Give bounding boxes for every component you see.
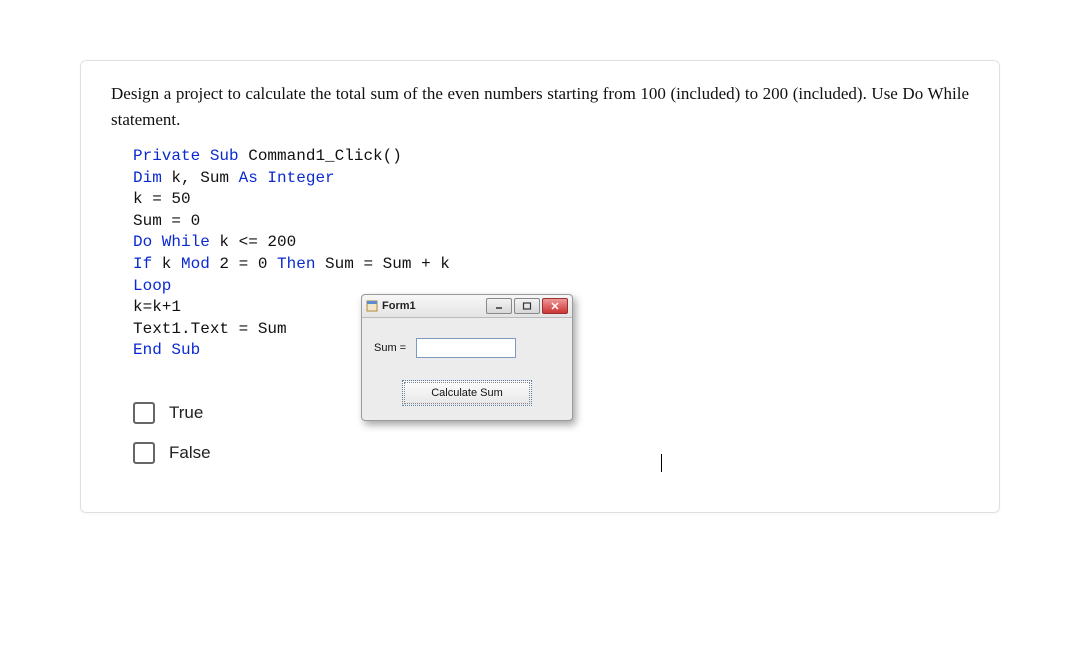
checkbox-false[interactable] bbox=[133, 442, 155, 464]
answer-false-label: False bbox=[169, 443, 211, 463]
maximize-button[interactable] bbox=[514, 298, 540, 314]
titlebar: Form1 bbox=[362, 295, 572, 318]
question-card: Design a project to calculate the total … bbox=[80, 60, 1000, 513]
code-l4: Sum = 0 bbox=[133, 212, 200, 230]
code-l6d: 2 = 0 bbox=[210, 255, 277, 273]
kw-mod: Mod bbox=[181, 255, 210, 273]
checkbox-true[interactable] bbox=[133, 402, 155, 424]
form-title: Form1 bbox=[382, 300, 484, 312]
answer-false-row[interactable]: False bbox=[133, 442, 969, 464]
text-cursor bbox=[661, 454, 662, 472]
form-window: Form1 Sum = Calculate Sum bbox=[361, 294, 573, 421]
kw-loop: Loop bbox=[133, 277, 171, 295]
calculate-sum-button[interactable]: Calculate Sum bbox=[402, 380, 532, 406]
kw-end-sub: End Sub bbox=[133, 341, 200, 359]
code-l6f: Sum = Sum + k bbox=[315, 255, 449, 273]
code-l8: k=k+1 bbox=[133, 298, 181, 316]
code-l6b: k bbox=[152, 255, 181, 273]
content-row: Private Sub Command1_Click() Dim k, Sum … bbox=[111, 146, 969, 362]
kw-do-while: Do While bbox=[133, 233, 210, 251]
app-icon bbox=[366, 300, 378, 312]
kw-then: Then bbox=[277, 255, 315, 273]
code-l3: k = 50 bbox=[133, 190, 191, 208]
code-l5b: k <= 200 bbox=[210, 233, 296, 251]
form-body: Sum = Calculate Sum bbox=[362, 318, 572, 420]
minimize-button[interactable] bbox=[486, 298, 512, 314]
sum-field-row: Sum = bbox=[374, 338, 560, 358]
close-button[interactable] bbox=[542, 298, 568, 314]
kw-private-sub: Private Sub bbox=[133, 147, 239, 165]
question-text: Design a project to calculate the total … bbox=[111, 81, 969, 132]
kw-if: If bbox=[133, 255, 152, 273]
code-l1b: Command1_Click() bbox=[239, 147, 402, 165]
answer-true-label: True bbox=[169, 403, 203, 423]
code-l9: Text1.Text = Sum bbox=[133, 320, 287, 338]
sum-label: Sum = bbox=[374, 342, 406, 354]
code-l2b: k, Sum bbox=[162, 169, 239, 187]
kw-dim: Dim bbox=[133, 169, 162, 187]
kw-as-integer: As Integer bbox=[239, 169, 335, 187]
sum-input[interactable] bbox=[416, 338, 516, 358]
